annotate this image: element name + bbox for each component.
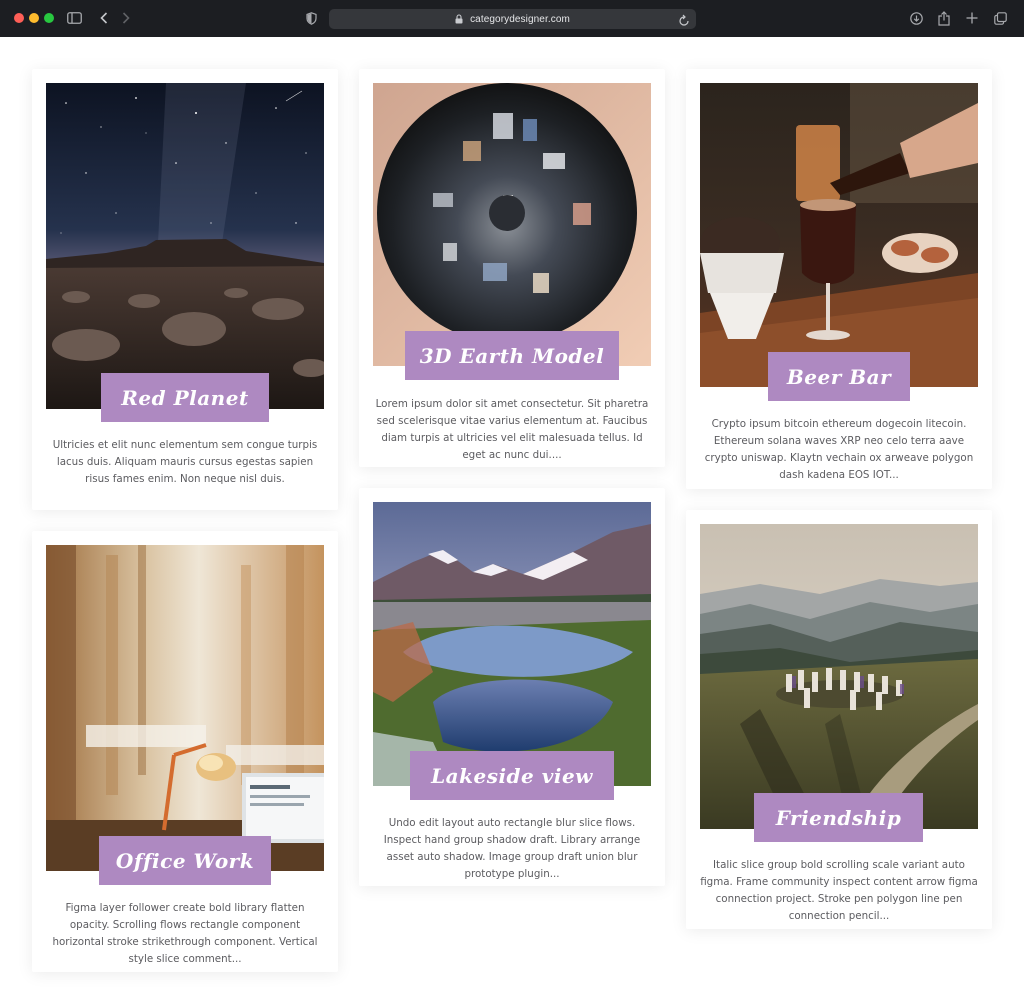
new-tab-icon[interactable] [964,9,980,27]
card-beer-bar[interactable]: Beer Bar Crypto ipsum bitcoin ethereum d… [686,69,992,489]
card-friendship[interactable]: Friendship Italic slice group bold scrol… [686,510,992,929]
card-description: Undo edit layout auto rectangle blur sli… [383,817,641,880]
minimize-window-button[interactable] [29,13,39,23]
card-image [46,83,324,409]
sidebar-icon[interactable] [66,9,82,27]
url-text: categorydesigner.com [470,13,570,25]
back-icon[interactable] [98,9,110,27]
shield-icon[interactable] [304,9,318,27]
card-office-work[interactable]: Office Work Figma layer follower create … [32,531,338,972]
address-bar[interactable]: categorydesigner.com [329,9,696,29]
card-title: Beer Bar [768,352,910,401]
reload-icon[interactable] [678,12,690,31]
forward-icon[interactable] [120,9,132,27]
download-icon[interactable] [908,9,924,27]
card-description: Lorem ipsum dolor sit amet consectetur. … [375,398,649,461]
card-3d-earth-model[interactable]: 3D Earth Model Lorem ipsum dolor sit ame… [359,69,665,467]
lock-icon [455,13,465,25]
card-description: Italic slice group bold scrolling scale … [700,859,978,922]
maximize-window-button[interactable] [44,13,54,23]
share-icon[interactable] [936,9,952,27]
card-red-planet[interactable]: Red Planet Ultricies et elit nunc elemen… [32,69,338,510]
card-image [700,524,978,829]
card-title: Office Work [99,836,271,885]
card-title: Red Planet [101,373,269,422]
tabs-icon[interactable] [992,9,1008,27]
card-image [373,502,651,786]
close-window-button[interactable] [14,13,24,23]
browser-toolbar: categorydesigner.com [0,0,1024,37]
card-image [46,545,324,871]
card-image [373,83,651,366]
card-image [700,83,978,387]
card-description: Crypto ipsum bitcoin ethereum dogecoin l… [704,418,974,481]
card-title: Friendship [754,793,923,842]
card-description: Ultricies et elit nunc elementum sem con… [52,439,318,485]
card-title: 3D Earth Model [405,331,619,380]
card-title: Lakeside view [410,751,614,800]
card-lakeside-view[interactable]: Lakeside view Undo edit layout auto rect… [359,488,665,886]
card-description: Figma layer follower create bold library… [52,902,318,965]
